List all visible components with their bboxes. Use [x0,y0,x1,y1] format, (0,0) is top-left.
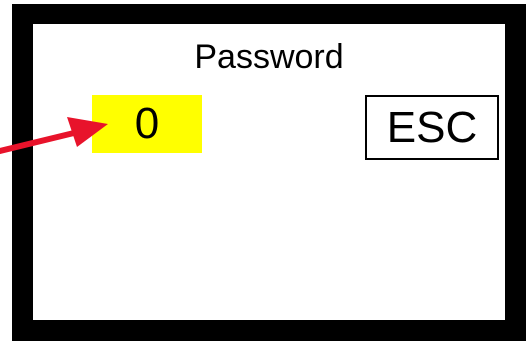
esc-button[interactable]: ESC [365,95,499,160]
password-screen: Password 0 ESC [12,4,526,341]
password-value-field[interactable]: 0 [92,95,202,153]
password-title: Password [194,38,344,76]
